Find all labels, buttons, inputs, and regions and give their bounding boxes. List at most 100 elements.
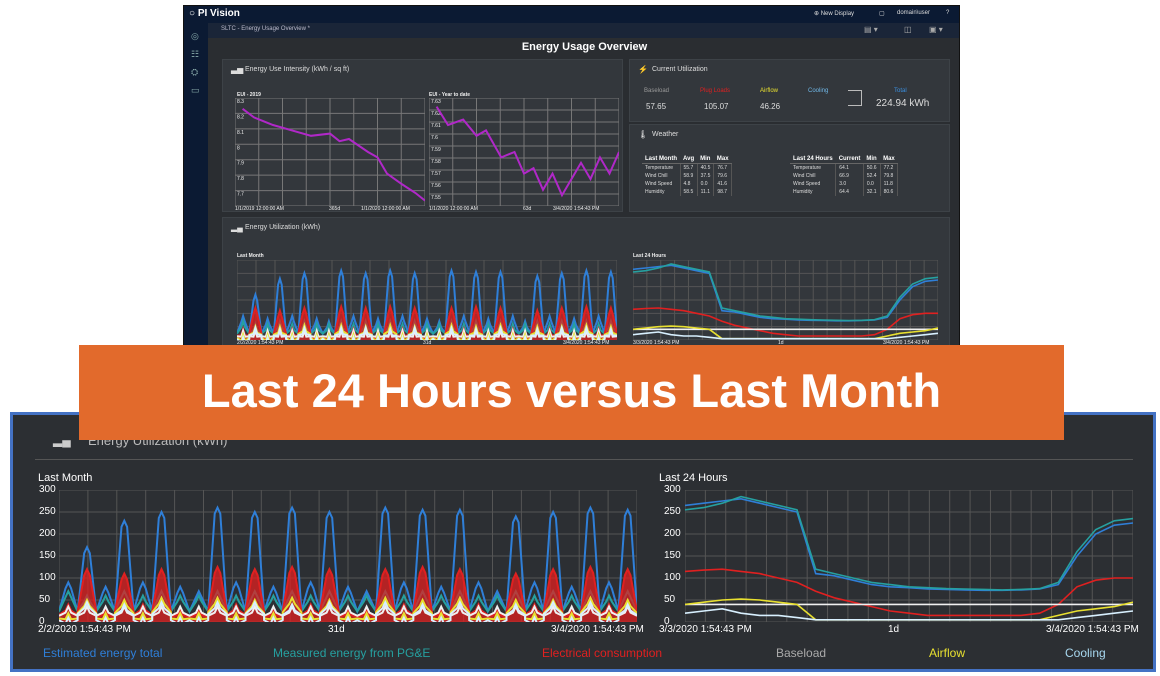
td: Wind Chill <box>642 172 681 180</box>
y-tick-label: 0 <box>664 616 670 627</box>
y-tick-label: 250 <box>664 506 681 517</box>
total-label: Total <box>894 88 907 94</box>
eui-2019-chart: 8.38.28.187.97.87.77.6 <box>235 98 425 206</box>
table-row: Wind Speed 3.0 0.0 11.8 <box>790 180 899 188</box>
td: 64.1 <box>835 163 864 172</box>
airflow-label: Airflow <box>760 88 779 94</box>
eui-y-tick: 7.58 <box>431 159 441 165</box>
table-row: Temperature 64.1 50.6 77.2 <box>790 163 899 172</box>
energy-utilization-small-panel: ▂▄ Energy Utilization (kWh) Last Month L… <box>222 217 950 346</box>
td: 79.8 <box>880 172 899 180</box>
last-month-start: 2/2/2020 1:54:43 PM <box>38 624 131 635</box>
last-24h-end: 3/4/2020 1:54:43 PM <box>1046 624 1139 635</box>
building-icon: ▃▅ <box>231 65 244 74</box>
nav-symbols-icon[interactable]: ⛭ <box>191 67 198 78</box>
y-tick-label: 100 <box>664 572 681 583</box>
headline-banner: Last 24 Hours versus Last Month <box>79 345 1064 440</box>
last-month-label: Last Month <box>38 472 93 484</box>
legend-airflow[interactable]: Airflow <box>929 646 965 660</box>
new-display-label: New Display <box>820 11 855 17</box>
y-tick-label: 0 <box>39 616 45 627</box>
th: Min <box>697 155 714 164</box>
nav-events-icon[interactable]: ▭ <box>191 85 200 96</box>
headline-text: Last 24 Hours versus Last Month <box>201 364 942 417</box>
td: 37.5 <box>697 172 715 180</box>
last-month-chart <box>59 490 637 622</box>
help-icon[interactable]: ? <box>946 10 949 16</box>
new-display-button[interactable]: ⊕ New Display <box>814 10 854 17</box>
eui-y-tick: 7.59 <box>431 147 441 153</box>
td: 4.8 <box>680 180 698 188</box>
td: Humidity <box>790 188 837 196</box>
sub-toolbar: SLTC - Energy Usage Overview * ▤ ▾ ◫ ▣ ▾ <box>184 23 959 38</box>
legend-baseload[interactable]: Baseload <box>776 646 826 660</box>
table-row: Wind Speed 4.8 0.0 41.6 <box>642 180 733 188</box>
utilization-title: Current Utilization <box>652 66 708 73</box>
legend-electrical-consumption[interactable]: Electrical consumption <box>542 646 662 660</box>
eui-y-tick: 8 <box>237 145 240 151</box>
th: Max <box>880 155 898 164</box>
nav-assets-icon[interactable]: ☷ <box>191 49 199 60</box>
y-tick-label: 50 <box>664 594 676 605</box>
nav-home-icon[interactable]: ◎ <box>191 31 199 42</box>
eui-y-tick: 7.55 <box>431 195 441 201</box>
td: 0.0 <box>863 180 881 188</box>
y-tick-label: 50 <box>39 594 51 605</box>
td: Temperature <box>790 163 837 172</box>
td: 58.5 <box>680 188 698 196</box>
td: 77.2 <box>880 163 899 172</box>
table-row: Temperature 55.7 40.5 76.7 <box>642 163 733 172</box>
last-24h-start: 3/3/2020 1:54:43 PM <box>659 624 752 635</box>
td: 98.7 <box>713 188 733 196</box>
user-menu[interactable]: domain\user <box>897 10 930 16</box>
energy-small-month-label: Last Month <box>237 253 264 259</box>
energy-small-month-chart <box>237 260 617 340</box>
eui-title: Energy Use Intensity (kWh / sq ft) <box>245 66 350 73</box>
layout-icon[interactable]: ▤ ▾ <box>864 25 878 34</box>
y-tick-label: 300 <box>39 484 56 495</box>
thermometer-icon: 🌡 <box>638 130 649 139</box>
energy-small-day-label: Last 24 Hours <box>633 253 667 259</box>
eui-right-start: 1/1/2020 12:00:00 AM <box>429 206 478 212</box>
td: 80.6 <box>880 188 899 196</box>
plug-loads-value: 105.07 <box>704 102 729 111</box>
last-24h-chart <box>685 490 1133 622</box>
th: Current <box>835 155 864 164</box>
eui-y-tick: 8.2 <box>237 114 244 120</box>
save-icon[interactable]: ▣ ▾ <box>929 25 943 34</box>
td: Wind Speed <box>642 180 681 188</box>
th: Last Month <box>642 155 680 164</box>
app-header: ○ PI Vision ⊕ New Display ▢ domain\user … <box>184 6 959 23</box>
td: 40.5 <box>697 163 715 172</box>
columns-icon[interactable]: ◫ <box>904 25 912 34</box>
td: 52.4 <box>863 172 881 180</box>
table-row: Wind Chill 58.9 37.5 79.6 <box>642 172 733 180</box>
table-row: Humidity 58.5 11.1 98.7 <box>642 188 733 196</box>
legend-measured-energy[interactable]: Measured energy from PG&E <box>273 646 430 660</box>
legend-estimated-energy[interactable]: Estimated energy total <box>43 646 162 660</box>
plug-loads-label: Plug Loads <box>700 88 731 94</box>
y-tick-label: 150 <box>664 550 681 561</box>
breadcrumb[interactable]: SLTC - Energy Usage Overview * <box>221 26 310 32</box>
td: 50.6 <box>863 163 881 172</box>
energy-small-day-chart <box>633 260 938 340</box>
eui-y-tick: 7.6 <box>431 135 438 141</box>
eui-left-mid: 365d <box>329 206 341 212</box>
total-bracket <box>848 90 862 106</box>
left-nav: ◎ ☷ ⛭ ▭ <box>184 23 208 346</box>
td: 64.4 <box>835 188 864 196</box>
last-month-mid: 31d <box>328 624 345 635</box>
energy-utilization-zoom-panel: ▂▄ Energy Utilization (kWh) Last Month L… <box>10 412 1156 672</box>
page-title: Energy Usage Overview <box>521 41 648 53</box>
slide: ○ PI Vision ⊕ New Display ▢ domain\user … <box>0 0 1160 676</box>
total-value: 224.94 kWh <box>876 98 930 109</box>
td: 55.7 <box>680 163 698 172</box>
eui-y-tick: 7.8 <box>237 176 244 182</box>
td: Temperature <box>642 163 681 172</box>
display-icon[interactable]: ▢ <box>879 10 885 17</box>
td: 79.6 <box>713 172 733 180</box>
legend-cooling[interactable]: Cooling <box>1065 646 1106 660</box>
eui-y-tick: 7.61 <box>431 123 441 129</box>
cooling-label: Cooling <box>808 88 829 94</box>
baseload-value: 57.65 <box>646 102 667 111</box>
